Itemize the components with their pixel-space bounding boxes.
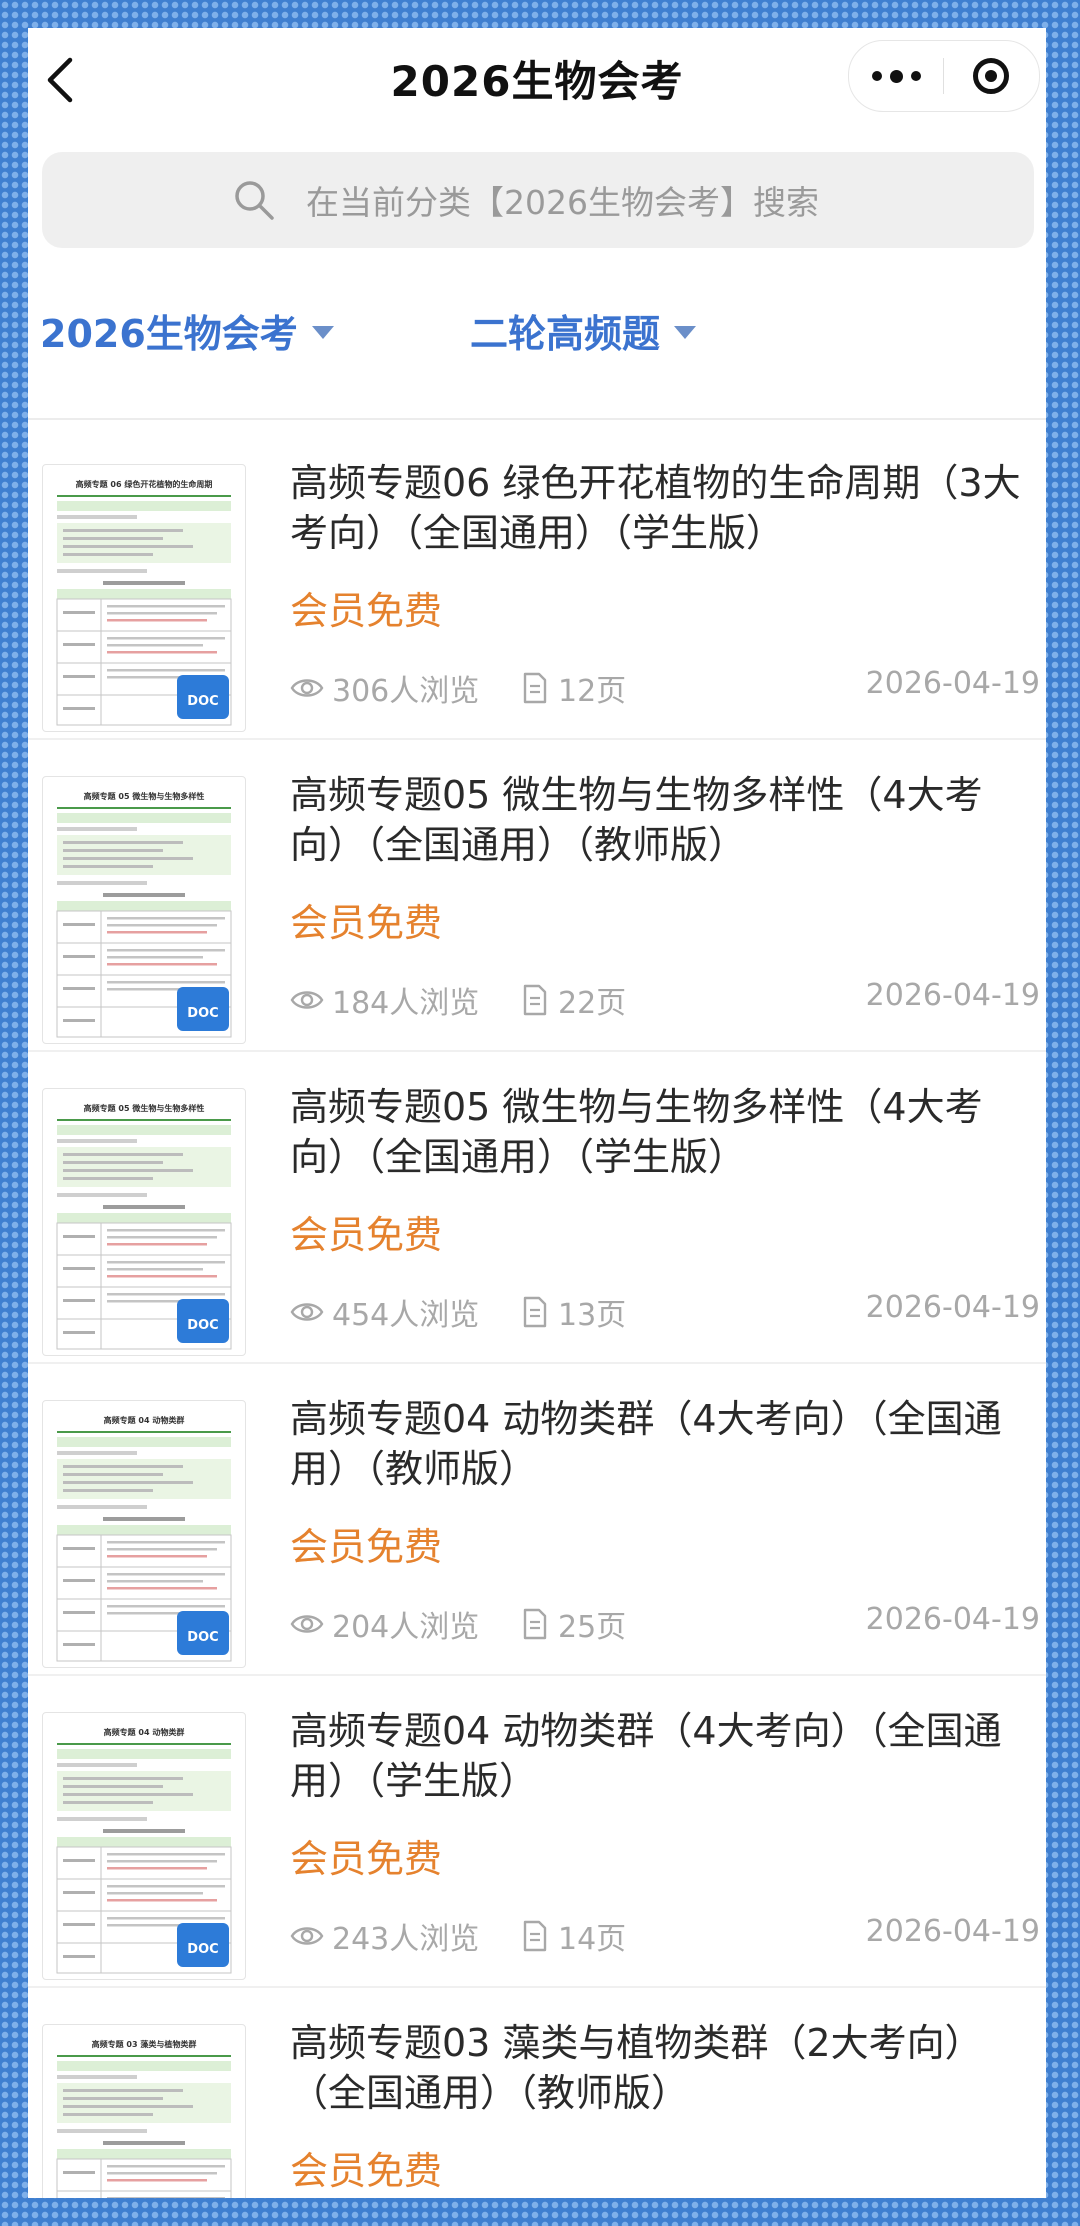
list-item[interactable]: 高频专题 03 藻类与植物类群 高频专题03 藻类与植物类群（2大考向）（全国通…: [28, 1988, 1046, 2198]
capsule-menu: [848, 40, 1040, 112]
document-title[interactable]: 高频专题03 藻类与植物类群（2大考向）（全国通用）（教师版）: [290, 2018, 1030, 2118]
doc-file-badge: DOC: [177, 1299, 229, 1343]
eye-icon: [290, 991, 324, 1009]
mini-program-screen: 2026生物会考 在当前分类【2026生物会考】搜索 2026生物会考 二轮高频…: [28, 28, 1046, 2198]
caret-down-icon: [674, 326, 697, 339]
document-thumbnail[interactable]: 高频专题 04 动物类群 DOC: [42, 1400, 246, 1668]
publish-date: 2026-04-19: [865, 1290, 1040, 1325]
page-count: 22页: [520, 978, 626, 1022]
target-circle-icon: [973, 58, 1009, 94]
document-thumbnail[interactable]: 高频专题 05 微生物与生物多样性 DOC: [42, 776, 246, 1044]
document-title[interactable]: 高频专题04 动物类群（4大考向）（全国通用）（教师版）: [290, 1394, 1030, 1494]
document-icon: [523, 1920, 547, 1952]
document-title[interactable]: 高频专题06 绿色开花植物的生命周期（3大考向）（全国通用）（学生版）: [290, 458, 1030, 558]
document-preview: 高频专题 03 藻类与植物类群: [56, 2039, 232, 2198]
doc-file-badge: DOC: [177, 1923, 229, 1967]
document-preview: 高频专题 05 微生物与生物多样性 DOC: [56, 791, 232, 1038]
list-item[interactable]: 高频专题 04 动物类群 DOC 高频专题04 动物类群（4大考向）（全国通用）…: [28, 1676, 1046, 1988]
document-icon: [523, 672, 547, 704]
price-label: 会员免费: [290, 1213, 443, 1257]
search-icon: [235, 181, 274, 220]
document-preview: 高频专题 04 动物类群 DOC: [56, 1727, 232, 1974]
view-count: 306人浏览: [290, 666, 479, 710]
doc-file-badge: DOC: [177, 675, 229, 719]
svg-text:DOC: DOC: [187, 1318, 218, 1333]
publish-date: 2026-04-19: [865, 1914, 1040, 1949]
svg-text:高频专题 04 动物类群: 高频专题 04 动物类群: [104, 1415, 185, 1425]
doc-file-badge: DOC: [177, 1611, 229, 1655]
view-count: 454人浏览: [290, 1290, 479, 1334]
svg-text:DOC: DOC: [187, 1942, 218, 1957]
document-thumbnail[interactable]: 高频专题 04 动物类群 DOC: [42, 1712, 246, 1980]
item-meta: 454人浏览 13页 2026-04-19: [290, 1290, 1040, 1333]
item-meta: 184人浏览 22页 2026-04-19: [290, 978, 1040, 1021]
filter-divider: [28, 418, 1046, 420]
page-count: 12页: [520, 666, 626, 710]
list-item[interactable]: 高频专题 06 绿色开花植物的生命周期 DOC 高频专题06 绿色开花植物的生命…: [28, 428, 1046, 740]
caret-down-icon: [311, 326, 334, 339]
item-meta: 306人浏览 12页 2026-04-19: [290, 666, 1040, 709]
view-count: 184人浏览: [290, 978, 479, 1022]
price-label: 会员免费: [290, 1525, 443, 1569]
svg-text:高频专题 05 微生物与生物多样性: 高频专题 05 微生物与生物多样性: [84, 791, 205, 801]
doc-file-badge: DOC: [177, 987, 229, 1031]
price-label: 会员免费: [290, 1837, 443, 1881]
filter-bar: 2026生物会考 二轮高频题: [28, 303, 1046, 373]
price-label: 会员免费: [290, 589, 443, 633]
item-meta: 204人浏览 25页 2026-04-19: [290, 1602, 1040, 1645]
type-filter-label: 二轮高频题: [470, 312, 661, 356]
list-item[interactable]: 高频专题 05 微生物与生物多样性 DOC 高频专题05 微生物与生物多样性（4…: [28, 1052, 1046, 1364]
document-icon: [523, 1608, 547, 1640]
list-item[interactable]: 高频专题 05 微生物与生物多样性 DOC 高频专题05 微生物与生物多样性（4…: [28, 740, 1046, 1052]
document-thumbnail[interactable]: 高频专题 06 绿色开花植物的生命周期 DOC: [42, 464, 246, 732]
price-label: 会员免费: [290, 2149, 443, 2193]
eye-icon: [290, 1927, 324, 1945]
svg-text:高频专题 06 绿色开花植物的生命周期: 高频专题 06 绿色开花植物的生命周期: [76, 479, 213, 489]
more-options-button[interactable]: [849, 41, 943, 111]
eye-icon: [290, 1303, 324, 1321]
document-title[interactable]: 高频专题05 微生物与生物多样性（4大考向）（全国通用）（学生版）: [290, 1082, 1030, 1182]
price-label: 会员免费: [290, 901, 443, 945]
svg-text:DOC: DOC: [187, 1630, 218, 1645]
publish-date: 2026-04-19: [865, 1602, 1040, 1637]
eye-icon: [290, 1615, 324, 1633]
document-thumbnail[interactable]: 高频专题 05 微生物与生物多样性 DOC: [42, 1088, 246, 1356]
view-count: 243人浏览: [290, 1914, 479, 1958]
list-item[interactable]: 高频专题 04 动物类群 DOC 高频专题04 动物类群（4大考向）（全国通用）…: [28, 1364, 1046, 1676]
publish-date: 2026-04-19: [865, 978, 1040, 1013]
page-count: 25页: [520, 1602, 626, 1646]
view-count: 204人浏览: [290, 1602, 479, 1646]
document-thumbnail[interactable]: 高频专题 03 藻类与植物类群: [42, 2024, 246, 2198]
item-meta: 243人浏览 14页 2026-04-19: [290, 1914, 1040, 1957]
svg-text:DOC: DOC: [187, 1006, 218, 1021]
more-dots-icon: [871, 71, 882, 81]
page-count: 13页: [520, 1290, 626, 1334]
category-filter[interactable]: 2026生物会考: [40, 303, 334, 358]
navigation-bar: 2026生物会考: [28, 28, 1046, 128]
document-icon: [523, 984, 547, 1016]
document-icon: [523, 1296, 547, 1328]
svg-text:高频专题 04 动物类群: 高频专题 04 动物类群: [104, 1727, 185, 1737]
search-placeholder: 在当前分类【2026生物会考】搜索: [306, 183, 819, 222]
page-count: 14页: [520, 1914, 626, 1958]
svg-text:高频专题 05 微生物与生物多样性: 高频专题 05 微生物与生物多样性: [84, 1103, 205, 1113]
svg-text:高频专题 03 藻类与植物类群: 高频专题 03 藻类与植物类群: [92, 2039, 197, 2049]
document-preview: 高频专题 04 动物类群 DOC: [56, 1415, 232, 1662]
search-bar[interactable]: 在当前分类【2026生物会考】搜索: [42, 152, 1034, 248]
eye-icon: [290, 679, 324, 697]
svg-text:DOC: DOC: [187, 694, 218, 709]
category-filter-label: 2026生物会考: [40, 312, 298, 356]
document-title[interactable]: 高频专题04 动物类群（4大考向）（全国通用）（学生版）: [290, 1706, 1030, 1806]
document-title[interactable]: 高频专题05 微生物与生物多样性（4大考向）（全国通用）（教师版）: [290, 770, 1030, 870]
document-preview: 高频专题 05 微生物与生物多样性 DOC: [56, 1103, 232, 1350]
document-preview: 高频专题 06 绿色开花植物的生命周期 DOC: [56, 479, 232, 726]
publish-date: 2026-04-19: [865, 666, 1040, 701]
type-filter[interactable]: 二轮高频题: [470, 303, 697, 358]
close-miniprogram-button[interactable]: [944, 41, 1038, 111]
